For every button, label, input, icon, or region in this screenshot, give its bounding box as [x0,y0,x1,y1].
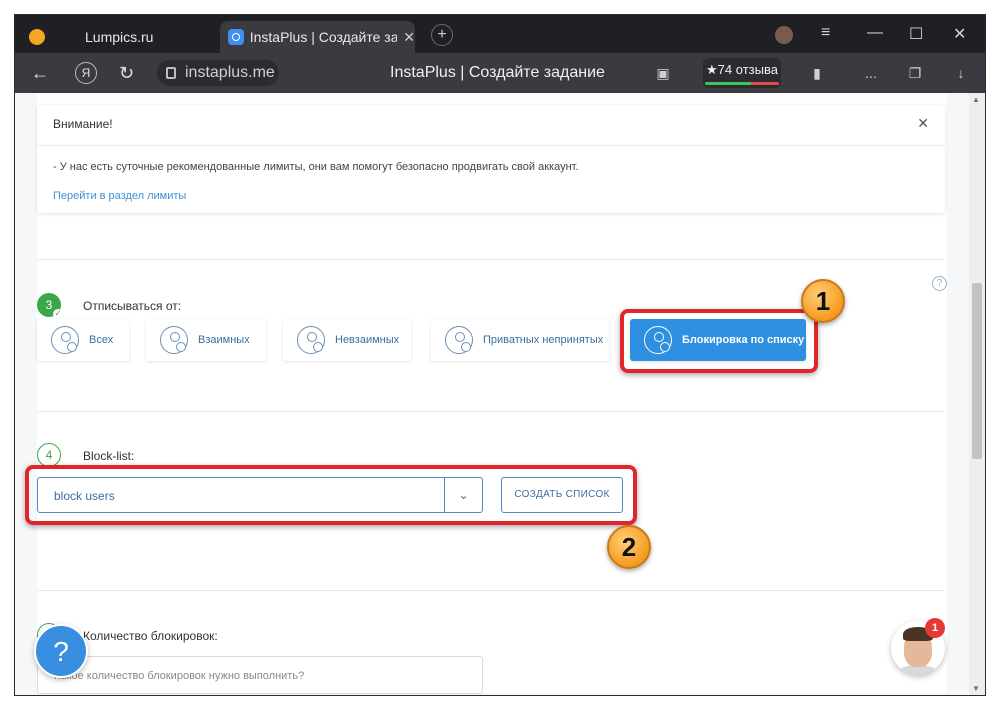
collections-icon[interactable]: ❐ [907,65,923,81]
url-field[interactable]: instaplus.me [157,60,279,86]
section-divider [37,590,945,591]
option-label: Невзаимных [335,334,400,346]
rating-bar [705,82,779,85]
tab-bar: Lumpics.ru InstaPlus | Создайте задание … [15,15,985,53]
back-icon[interactable]: ← [31,63,49,84]
option-label: Взаимных [198,334,250,346]
task-form: Внимание! ✕ - У нас есть суточные рекоме… [25,93,947,694]
option-label: Всех [89,334,114,346]
reload-icon[interactable]: ↻ [119,63,134,84]
minimize-icon[interactable]: — [867,24,883,42]
help-circle-icon[interactable]: ? [932,276,947,291]
step-5-label: Количество блокировок: [83,629,218,643]
scrollbar-thumb[interactable] [972,283,982,459]
user-minus-icon [297,326,325,354]
section-divider [37,411,945,412]
lock-icon [166,67,176,79]
alert-title: Внимание! [53,117,113,131]
maximize-icon[interactable]: ☐ [909,24,923,44]
lumpics-favicon-icon [29,29,45,45]
rating-badge[interactable]: ★74 отзыва [703,58,781,88]
option-mutual[interactable]: Взаимных [146,319,266,361]
highlight-frame-2 [25,465,637,525]
tab-close-icon[interactable]: ✕ [403,29,415,46]
tab-lumpics[interactable]: Lumpics.ru [15,21,220,53]
highlight-frame-1 [620,309,818,373]
browser-window: Lumpics.ru InstaPlus | Создайте задание … [15,15,985,695]
user-minus-icon [51,326,79,354]
alert-text: - У нас есть суточные рекомендованные ли… [53,161,579,173]
rating-text: ★74 отзыва [706,62,778,77]
help-button[interactable]: ? [34,624,88,678]
block-count-input[interactable]: Какое количество блокировок нужно выполн… [37,656,483,694]
download-icon[interactable]: ↓ [953,65,969,81]
tab-label: InstaPlus | Создайте задание [249,29,398,45]
user-plus-icon [445,326,473,354]
scroll-up-icon[interactable]: ▲ [972,95,980,104]
chat-notification-badge: 1 [925,618,945,638]
option-private-unaccepted[interactable]: Приватных непринятых [431,319,609,361]
page-title: InstaPlus | Создайте задание [390,64,605,81]
section-divider [37,259,945,260]
step-3-badge: 3 [37,293,63,319]
menu-icon[interactable]: ≡ [821,24,830,42]
alert-divider [37,145,945,146]
step-4-badge: 4 [37,443,61,467]
profile-avatar-icon[interactable] [775,26,793,44]
close-window-icon[interactable]: ✕ [953,24,966,44]
alert-close-icon[interactable]: ✕ [917,115,929,132]
scroll-down-icon[interactable]: ▼ [972,684,980,693]
new-tab-button[interactable]: + [431,24,453,46]
user-minus-icon [160,326,188,354]
page-scrollbar[interactable]: ▲ ▼ [969,93,985,695]
option-non-mutual[interactable]: Невзаимных [283,319,411,361]
annotation-marker-2: 2 [607,525,651,569]
bookmark-icon[interactable]: ▮ [809,65,825,81]
option-label: Приватных непринятых [483,334,604,346]
limits-link[interactable]: Перейти в раздел лимиты [53,190,186,202]
option-all[interactable]: Всех [37,319,129,361]
yandex-icon[interactable]: Я [75,62,97,84]
url-text: instaplus.me [185,64,275,81]
step-4-label: Block-list: [83,449,135,463]
more-icon[interactable]: ... [863,65,879,81]
annotation-marker-1: 1 [801,279,845,323]
tab-instaplus[interactable]: InstaPlus | Создайте задание ✕ [220,21,415,53]
extension-icon[interactable]: ▣ [655,65,671,81]
address-bar: ← Я ↻ instaplus.me InstaPlus | Создайте … [15,53,985,93]
tab-label: Lumpics.ru [85,29,154,45]
block-count-placeholder: Какое количество блокировок нужно выполн… [54,670,305,682]
step-3-label: Отписываться от: [83,299,182,313]
page-content: Внимание! ✕ - У нас есть суточные рекоме… [15,93,969,695]
limits-alert: Внимание! ✕ - У нас есть суточные рекоме… [37,105,945,213]
instaplus-favicon-icon [228,29,244,45]
